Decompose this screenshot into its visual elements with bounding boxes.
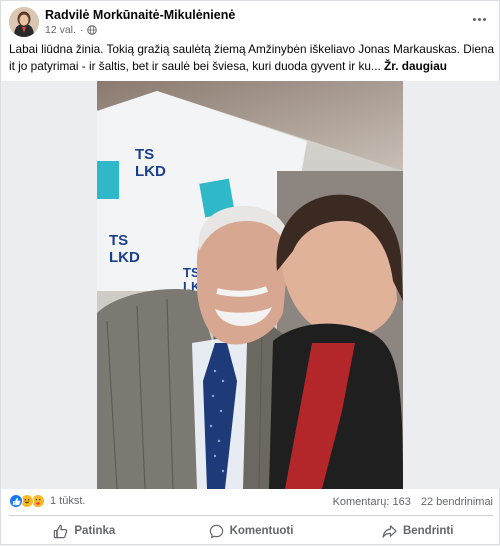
like-icon (9, 494, 23, 508)
more-options-button[interactable] (467, 9, 491, 29)
shares-count[interactable]: 22 bendrinimai (421, 496, 493, 508)
post-photo-container[interactable]: TS LKD TS LKD TS LKD (1, 81, 500, 489)
svg-text:LKD: LKD (109, 249, 140, 266)
comments-count[interactable]: Komentarų: 163 (333, 496, 411, 508)
comment-button[interactable]: Komentuoti (168, 516, 335, 546)
like-button[interactable]: Patinka (1, 516, 168, 546)
post-time[interactable]: 12 val. (45, 24, 76, 36)
svg-text:TS: TS (109, 232, 128, 249)
author-name[interactable]: Radvilė Morkūnaitė-Mikulėnienė (45, 8, 235, 22)
reactions-count[interactable]: 1 tūkst. (50, 495, 85, 507)
svg-text:TS: TS (135, 146, 154, 163)
like-label: Patinka (74, 525, 116, 537)
post-photo[interactable]: TS LKD TS LKD TS LKD (97, 81, 403, 489)
post-card: Radvilė Morkūnaitė-Mikulėnienė 12 val. ·… (0, 0, 500, 545)
post-actions: Patinka Komentuoti Bendrinti (1, 516, 500, 546)
engagement-counts: Komentarų: 163 22 bendrinimai (333, 496, 493, 508)
reactions-summary[interactable]: 1 tūkst. (9, 494, 85, 508)
more-dots-icon (472, 17, 476, 21)
post-header: Radvilė Morkūnaitė-Mikulėnienė 12 val. · (1, 1, 500, 41)
thumbs-up-icon (54, 524, 68, 538)
share-icon (382, 524, 397, 538)
see-more-link[interactable]: Žr. daugiau (384, 59, 447, 73)
post-meta: 12 val. · (45, 24, 98, 36)
post-text: Labai liūdna žinia. Tokią gražią saulėtą… (9, 41, 495, 75)
share-button[interactable]: Bendrinti (334, 516, 500, 546)
svg-text:LKD: LKD (135, 163, 166, 180)
globe-icon (87, 25, 98, 35)
comment-label: Komentuoti (229, 525, 294, 537)
author-avatar[interactable] (9, 7, 39, 37)
share-label: Bendrinti (402, 525, 454, 537)
post-stats: 1 tūkst. Komentarų: 163 22 bendrinimai (1, 489, 500, 515)
comment-icon (209, 524, 223, 538)
